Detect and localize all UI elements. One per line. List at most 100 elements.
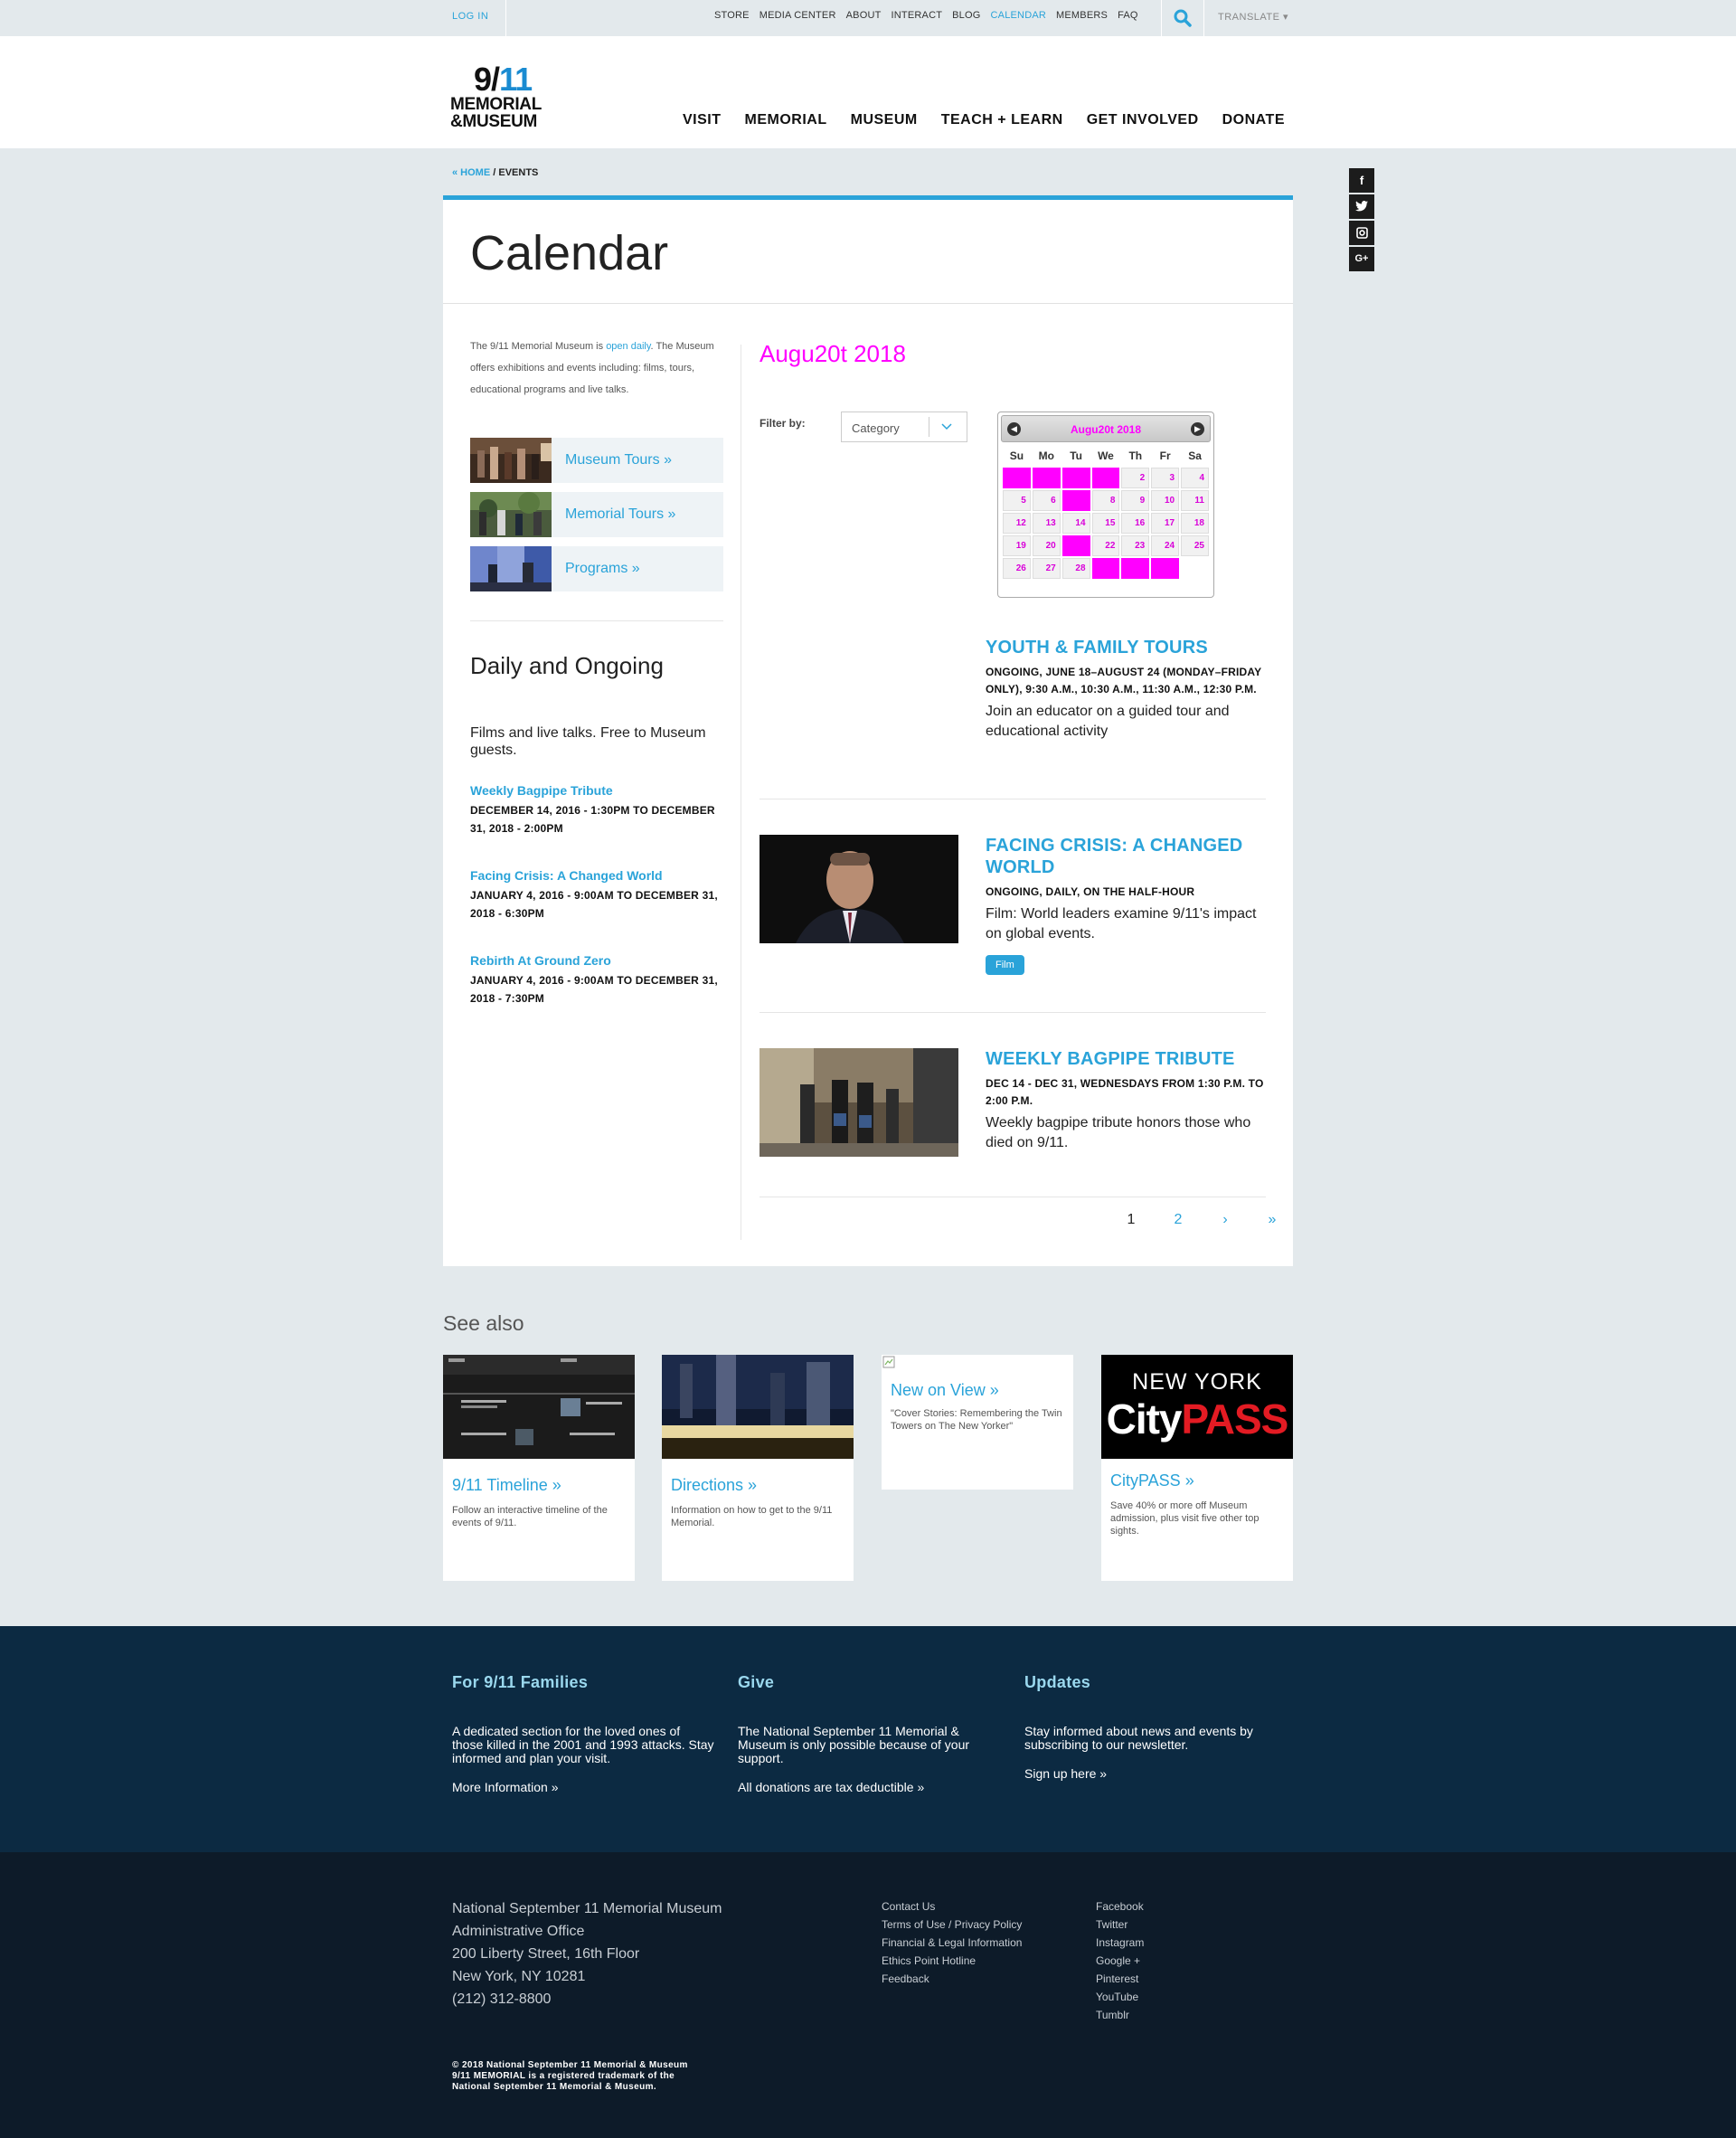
see-also-title[interactable]: CityPASS » [1110,1471,1284,1490]
page-2[interactable]: 2 [1155,1212,1202,1228]
see-also-title[interactable]: Directions » [671,1476,844,1495]
calendar-day[interactable]: 8 [1091,490,1120,511]
event-title[interactable]: YOUTH & FAMILY TOURS [986,637,1266,658]
search-icon[interactable] [1172,7,1194,29]
footer-link-instagram[interactable]: Instagram [1096,1934,1144,1952]
utility-link-calendar[interactable]: CALENDAR [991,9,1047,22]
calendar-day[interactable] [1061,490,1090,511]
calendar-day[interactable]: 28 [1061,558,1090,579]
nav-donate[interactable]: DONATE [1222,112,1285,128]
see-also-card-citypass[interactable]: NEW YORK CityPASS CityPASS » Save 40% or… [1101,1355,1293,1581]
breadcrumb-home[interactable]: « HOME [452,167,490,178]
utility-link-blog[interactable]: BLOG [952,9,980,22]
calendar-day[interactable]: 6 [1032,490,1061,511]
calendar-day[interactable]: 10 [1151,490,1180,511]
footer-link-twitter[interactable]: Twitter [1096,1916,1144,1934]
see-also-card-timeline[interactable]: 9/11 Timeline » Follow an interactive ti… [443,1355,635,1581]
ongoing-item-title[interactable]: Rebirth At Ground Zero [470,953,723,968]
category-select[interactable]: Category [841,412,967,442]
nav-get-involved[interactable]: GET INVOLVED [1087,112,1199,128]
calendar-day[interactable]: 12 [1003,513,1031,534]
footer-link-facebook[interactable]: Facebook [1096,1897,1144,1916]
open-daily-link[interactable]: open daily [606,341,650,352]
calendar-day[interactable] [1121,558,1150,579]
event-image[interactable] [760,835,958,943]
calendar-day[interactable]: 26 [1003,558,1031,579]
calendar-day[interactable]: 14 [1061,513,1090,534]
login-link[interactable]: LOG IN [452,11,488,22]
calendar-day[interactable]: 27 [1032,558,1061,579]
calendar-day[interactable]: 4 [1181,468,1209,488]
calendar-day[interactable]: 25 [1181,535,1209,556]
nav-visit[interactable]: VISIT [683,112,722,128]
footer-link-ethics[interactable]: Ethics Point Hotline [882,1952,1022,1970]
footer-link-google-plus[interactable]: Google + [1096,1952,1144,1970]
footer-link-contact[interactable]: Contact Us [882,1897,1022,1916]
next-page[interactable]: › [1202,1212,1249,1228]
footer-link-youtube[interactable]: YouTube [1096,1988,1144,2006]
calendar-day[interactable]: 5 [1003,490,1031,511]
event-image[interactable] [760,1048,958,1157]
calendar-day[interactable]: 19 [1003,535,1031,556]
see-also-title[interactable]: 9/11 Timeline » [452,1476,626,1495]
calendar-day[interactable]: 15 [1091,513,1120,534]
film-tag[interactable]: Film [986,955,1024,975]
calendar-day[interactable] [1091,558,1120,579]
site-logo[interactable]: 9/11 MEMORIAL &MUSEUM [450,63,559,136]
ongoing-item-date: JANUARY 4, 2016 - 9:00AM TO DECEMBER 31,… [470,974,718,1005]
event-title[interactable]: WEEKLY BAGPIPE TRIBUTE [986,1048,1266,1070]
footer-link-financial[interactable]: Financial & Legal Information [882,1934,1022,1952]
footer-link[interactable]: More Information » [452,1780,714,1794]
calendar-day[interactable] [1151,558,1180,579]
google-plus-icon[interactable]: G+ [1349,247,1374,271]
utility-link-faq[interactable]: FAQ [1118,9,1138,22]
calendar-day[interactable]: 2 [1121,468,1150,488]
calendar-day[interactable]: 22 [1091,535,1120,556]
calendar-day[interactable]: 9 [1121,490,1150,511]
calendar-day[interactable]: 20 [1032,535,1061,556]
calendar-day[interactable] [1003,468,1031,488]
footer-link[interactable]: All donations are tax deductible » [738,1780,1000,1794]
footer-link-terms[interactable]: Terms of Use / Privacy Policy [882,1916,1022,1934]
calendar-day[interactable] [1061,468,1090,488]
see-also-card-new-on-view[interactable]: New on View » "Cover Stories: Rememberin… [882,1355,1073,1490]
translate-dropdown[interactable]: TRANSLATE ▾ [1218,11,1288,23]
utility-link-about[interactable]: ABOUT [846,9,882,22]
ongoing-item-title[interactable]: Facing Crisis: A Changed World [470,868,723,883]
promo-programs[interactable]: Programs » [470,546,723,591]
utility-link-interact[interactable]: INTERACT [892,9,943,22]
datepicker-title: Augu20t 2018 [1070,423,1142,436]
utility-link-media-center[interactable]: MEDIA CENTER [760,9,836,22]
calendar-day[interactable]: 24 [1151,535,1180,556]
promo-museum-tours[interactable]: Museum Tours » [470,438,723,483]
instagram-icon[interactable] [1349,221,1374,245]
see-also-card-directions[interactable]: Directions » Information on how to get t… [662,1355,854,1581]
calendar-day[interactable]: 11 [1181,490,1209,511]
calendar-day[interactable]: 3 [1151,468,1180,488]
utility-link-store[interactable]: STORE [714,9,750,22]
calendar-day[interactable]: 16 [1121,513,1150,534]
ongoing-item-title[interactable]: Weekly Bagpipe Tribute [470,783,723,798]
footer-link[interactable]: Sign up here » [1024,1766,1287,1781]
facebook-icon[interactable]: f [1349,168,1374,193]
calendar-day[interactable]: 18 [1181,513,1209,534]
calendar-day[interactable] [1091,468,1120,488]
footer-link-tumblr[interactable]: Tumblr [1096,2006,1144,2024]
calendar-day[interactable]: 13 [1032,513,1061,534]
nav-museum[interactable]: MUSEUM [851,112,918,128]
utility-link-members[interactable]: MEMBERS [1056,9,1108,22]
calendar-day[interactable]: 17 [1151,513,1180,534]
calendar-day[interactable] [1061,535,1090,556]
nav-teach-learn[interactable]: TEACH + LEARN [941,112,1063,128]
nav-memorial[interactable]: MEMORIAL [745,112,827,128]
twitter-icon[interactable] [1349,194,1374,219]
footer-link-feedback[interactable]: Feedback [882,1970,1022,1988]
promo-memorial-tours[interactable]: Memorial Tours » [470,492,723,537]
calendar-day[interactable]: 23 [1121,535,1150,556]
next-month-icon[interactable]: ▶ [1191,422,1204,436]
calendar-day[interactable] [1032,468,1061,488]
footer-link-pinterest[interactable]: Pinterest [1096,1970,1144,1988]
event-title[interactable]: FACING CRISIS: A CHANGED WORLD [986,835,1266,878]
last-page[interactable]: » [1249,1212,1296,1228]
see-also-title[interactable]: New on View » [891,1381,1064,1400]
